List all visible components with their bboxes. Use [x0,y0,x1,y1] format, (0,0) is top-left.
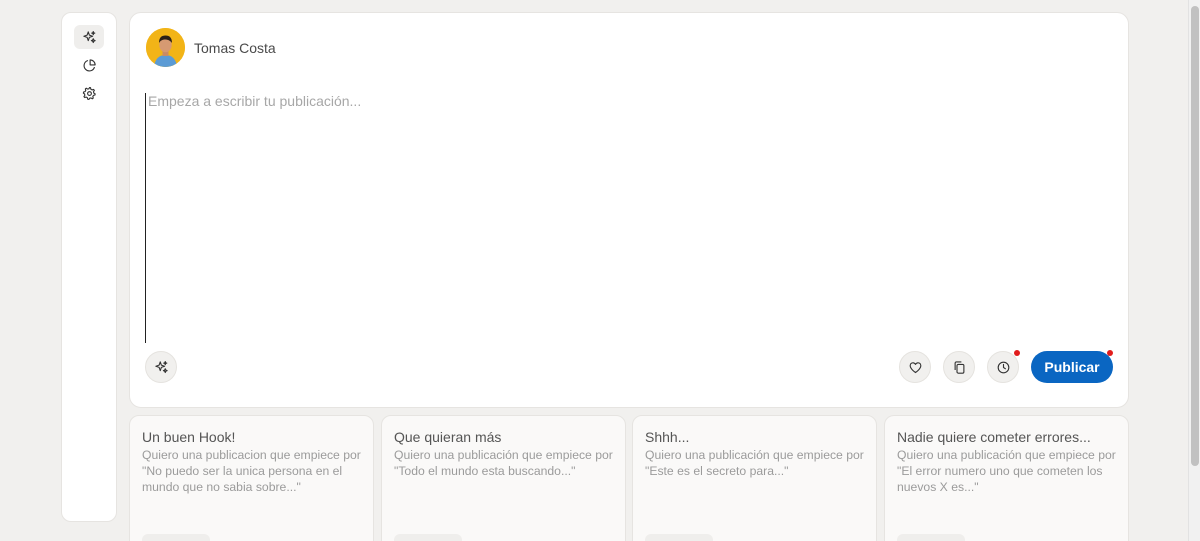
gear-icon [82,86,96,100]
post-textarea[interactable] [145,93,1110,343]
template-title: Un buen Hook! [142,429,236,445]
author-name: Tomas Costa [194,39,276,56]
template-card[interactable]: Que quieran más Quiero una publicación q… [381,415,626,541]
template-description: Quiero una publicación que empiece por "… [897,448,1116,494]
sidebar-item-settings[interactable] [74,81,104,105]
sidebar [61,12,117,522]
notification-dot [1014,350,1020,356]
template-tag [645,534,713,541]
template-title: Nadie quiere cometer errores... [897,429,1091,445]
template-card[interactable]: Shhh... Quiero una publicación que empie… [632,415,877,541]
template-title: Shhh... [645,429,690,445]
template-tag [897,534,965,541]
favorite-button[interactable] [899,351,931,383]
copy-button[interactable] [943,351,975,383]
author-header: Tomas Costa [146,28,276,67]
notification-dot [1107,350,1113,356]
post-editor: Tomas Costa Empeza a escribir tu publica… [129,12,1129,408]
template-description: Quiero una publicación que empiece por "… [645,448,864,478]
sidebar-item-generate[interactable] [74,25,104,49]
template-title: Que quieran más [394,429,502,445]
pie-chart-icon [83,58,96,71]
sidebar-item-analytics[interactable] [74,53,104,77]
template-tag [394,534,462,541]
clock-icon [997,361,1009,373]
template-card[interactable]: Nadie quiere cometer errores... Quiero u… [884,415,1129,541]
copy-icon [954,360,964,374]
schedule-button[interactable] [987,350,1020,383]
heart-icon [909,361,921,373]
publish-button-label: Publicar [1044,359,1100,375]
publish-button[interactable]: Publicar [1031,350,1113,383]
ai-generate-button[interactable] [145,351,177,383]
template-description: Quiero una publicacion que empiece por "… [142,448,361,494]
template-description: Quiero una publicación que empiece por "… [394,448,613,478]
template-tag [142,534,210,541]
sparkles-icon [154,360,168,373]
app-root: Tomas Costa Empeza a escribir tu publica… [0,0,1200,541]
scrollbar-thumb[interactable] [1191,6,1199,466]
user-photo-icon [146,28,185,67]
avatar [146,28,185,67]
sparkles-icon [82,30,96,43]
template-card[interactable]: Un buen Hook! Quiero una publicacion que… [129,415,374,541]
page-scrollbar[interactable] [1188,0,1200,541]
